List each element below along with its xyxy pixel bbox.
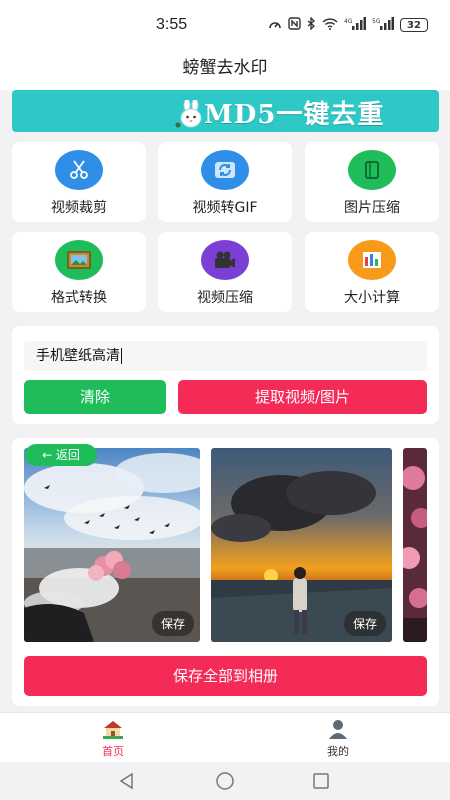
result-image[interactable] <box>403 448 427 642</box>
search-input-value: 手机壁纸高清 <box>36 348 120 364</box>
back-nav-icon[interactable] <box>118 772 136 790</box>
result-image[interactable]: 保存 <box>24 448 200 642</box>
tool-image-compress[interactable]: 图片压缩 <box>305 142 439 222</box>
picture-frame-icon <box>55 240 103 280</box>
nfc-icon <box>288 17 301 33</box>
tool-format-convert[interactable]: 格式转换 <box>12 232 146 312</box>
tab-home[interactable]: 首页 <box>78 717 148 759</box>
svg-text:5G: 5G <box>372 18 381 25</box>
link-input-card: 手机壁纸高清 清除 提取视频/图片 <box>12 326 439 424</box>
home-icon <box>103 721 123 739</box>
video-camera-icon <box>201 240 249 280</box>
save-image-button[interactable]: 保存 <box>151 611 194 636</box>
battery-level: 32 <box>407 19 421 31</box>
speedometer-icon <box>268 18 282 33</box>
scissors-icon <box>55 150 103 190</box>
signal-5g-icon: 5G <box>372 17 394 33</box>
tool-label: 视频压缩 <box>197 290 253 306</box>
system-nav-bar <box>0 762 450 800</box>
rabbit-icon <box>175 100 202 128</box>
clear-button[interactable]: 清除 <box>24 380 166 414</box>
tab-label: 首页 <box>102 745 124 758</box>
result-image[interactable]: 保存 <box>211 448 392 642</box>
compress-image-icon <box>348 150 396 190</box>
app-bar: 螃蟹去水印 <box>0 50 450 90</box>
tab-me[interactable]: 我的 <box>303 717 373 759</box>
user-icon <box>329 720 347 739</box>
tool-label: 大小计算 <box>344 290 400 306</box>
blossom-photo-image <box>403 448 427 642</box>
refresh-icon <box>201 150 249 190</box>
search-input[interactable]: 手机壁纸高清 <box>24 341 427 371</box>
save-image-button[interactable]: 保存 <box>343 611 386 636</box>
signal-4g-icon: 4G <box>344 17 366 33</box>
tool-size-calc[interactable]: 大小计算 <box>305 232 439 312</box>
extract-button[interactable]: 提取视频/图片 <box>178 380 427 414</box>
bar-chart-icon <box>348 240 396 280</box>
tool-label: 格式转换 <box>51 290 107 306</box>
tool-video-crop[interactable]: 视频裁剪 <box>12 142 146 222</box>
bottom-tab-bar: 首页 我的 <box>0 712 450 762</box>
tool-label: 视频裁剪 <box>51 200 107 216</box>
tab-label: 我的 <box>327 745 349 758</box>
text-caret <box>121 348 122 364</box>
tool-video-to-gif[interactable]: 视频转GIF <box>158 142 292 222</box>
back-button[interactable]: ← 返回 <box>25 444 97 466</box>
wifi-icon <box>322 17 338 33</box>
status-icons: 4G 5G 32 <box>268 16 428 33</box>
page-title: 螃蟹去水印 <box>182 58 268 78</box>
status-bar: 3:55 4G 5G 32 <box>0 0 450 50</box>
promo-banner[interactable]: MD5一键去重 <box>12 90 439 132</box>
tool-video-compress[interactable]: 视频压缩 <box>158 232 292 312</box>
home-nav-icon[interactable] <box>215 772 235 790</box>
svg-text:4G: 4G <box>344 18 353 25</box>
result-gallery: ← 返回 保存 保存 保存全部到相册 <box>12 438 439 706</box>
tool-label: 图片压缩 <box>344 200 400 216</box>
save-all-button[interactable]: 保存全部到相册 <box>24 656 427 696</box>
bluetooth-icon <box>307 16 316 33</box>
recents-nav-icon[interactable] <box>312 772 330 790</box>
tool-label: 视频转GIF <box>192 200 258 216</box>
battery-icon: 32 <box>400 18 428 32</box>
banner-text: MD5一键去重 <box>204 100 385 130</box>
status-time: 3:55 <box>156 16 188 33</box>
